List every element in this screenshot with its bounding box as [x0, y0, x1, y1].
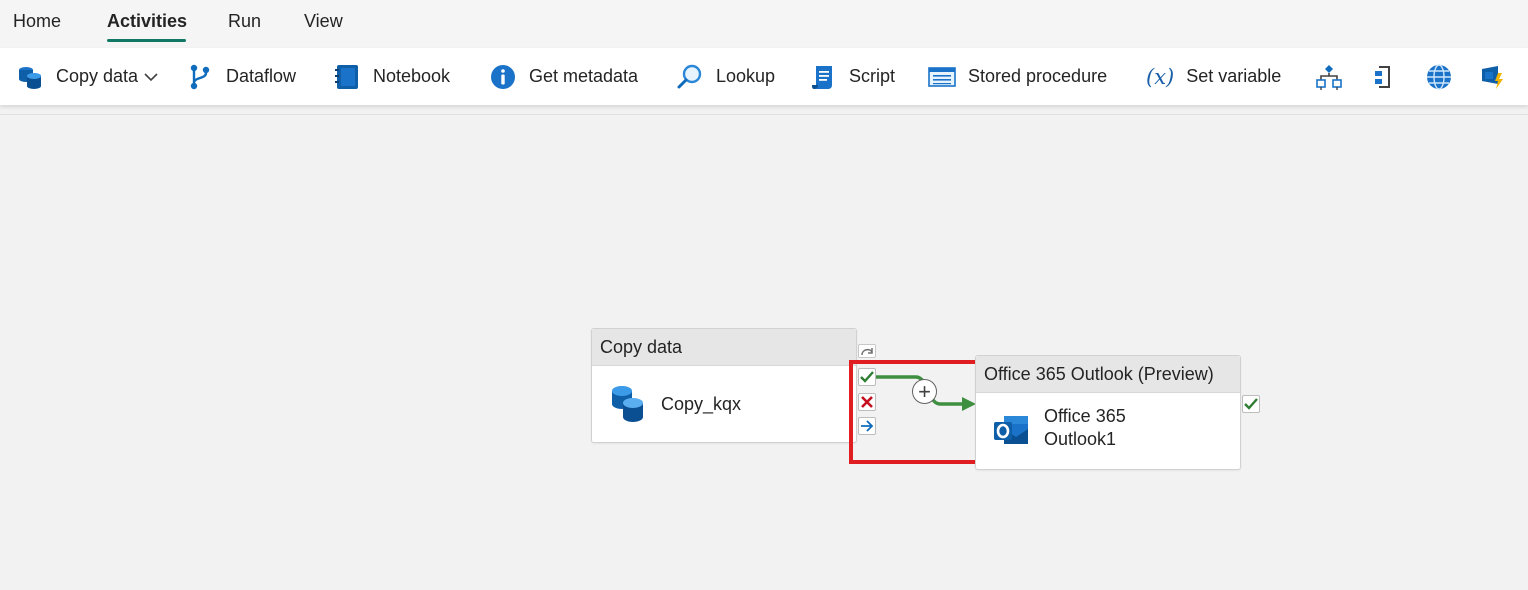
connection-highlight-box	[849, 360, 982, 464]
copy-data-label: Copy data	[56, 66, 139, 86]
checkmark-icon	[1244, 398, 1258, 410]
outlook-icon	[992, 413, 1030, 454]
script-label: Script	[849, 66, 896, 86]
set-variable-label: Set variable	[1186, 66, 1282, 86]
outlook-on-success-port[interactable]	[1242, 395, 1260, 413]
dataflow-label: Dataflow	[226, 66, 297, 86]
copy-data-button[interactable]: Copy data	[16, 48, 158, 105]
info-icon	[489, 63, 517, 91]
chevron-down-icon[interactable]	[144, 66, 158, 87]
copy-activity-name: Copy_kqx	[661, 394, 742, 414]
dataflow-icon	[186, 63, 214, 91]
dataflow-button[interactable]: Dataflow	[186, 48, 296, 105]
get-metadata-button[interactable]: Get metadata	[489, 48, 638, 105]
notebook-label: Notebook	[373, 66, 451, 86]
active-tab-indicator	[107, 39, 186, 42]
foreach-button[interactable]	[1371, 48, 1411, 105]
web-button[interactable]	[1425, 48, 1465, 105]
redo-arrow-icon	[861, 348, 873, 356]
notebook-icon	[333, 63, 361, 91]
teams-button[interactable]	[1479, 48, 1519, 105]
activities-toolbar: Copy data Dataflow Notebook Get metadata…	[0, 48, 1528, 105]
skip-port[interactable]	[858, 344, 876, 358]
if-condition-button[interactable]	[1315, 48, 1355, 105]
tab-view[interactable]: View	[304, 11, 343, 32]
ribbon-tabs: Home Activities Run View	[0, 0, 1528, 48]
tab-home[interactable]: Home	[13, 11, 61, 32]
lookup-button[interactable]: Lookup	[676, 48, 775, 105]
outlook-activity-name-line1: Office 365	[1044, 406, 1126, 426]
condition-icon	[1315, 63, 1343, 91]
tab-activities[interactable]: Activities	[107, 11, 187, 32]
copy-data-icon	[16, 63, 44, 91]
stored-procedure-icon	[928, 63, 956, 91]
outlook-activity-name-line2: Outlook1	[1044, 429, 1117, 449]
teams-notify-icon	[1479, 63, 1507, 91]
stored-procedure-label: Stored procedure	[968, 66, 1108, 86]
get-metadata-label: Get metadata	[529, 66, 639, 86]
magnifier-icon	[676, 63, 704, 91]
foreach-icon	[1371, 63, 1399, 91]
variable-icon: (x)	[1146, 64, 1175, 89]
copy-data-activity[interactable]: Copy data Copy_kqx	[591, 328, 857, 443]
script-button[interactable]: Script	[809, 48, 895, 105]
notebook-button[interactable]: Notebook	[333, 48, 450, 105]
stored-procedure-button[interactable]: Stored procedure	[928, 48, 1107, 105]
office365-outlook-activity[interactable]: Office 365 Outlook (Preview) Office 365 …	[975, 355, 1241, 470]
script-icon	[809, 63, 837, 91]
outlook-activity-type: Office 365 Outlook (Preview)	[976, 356, 1240, 393]
set-variable-button[interactable]: (x) Set variable	[1146, 48, 1281, 105]
web-icon	[1425, 63, 1453, 91]
copy-data-icon	[609, 384, 647, 429]
copy-activity-type: Copy data	[592, 329, 856, 366]
tab-run[interactable]: Run	[228, 11, 261, 32]
lookup-label: Lookup	[716, 66, 776, 86]
